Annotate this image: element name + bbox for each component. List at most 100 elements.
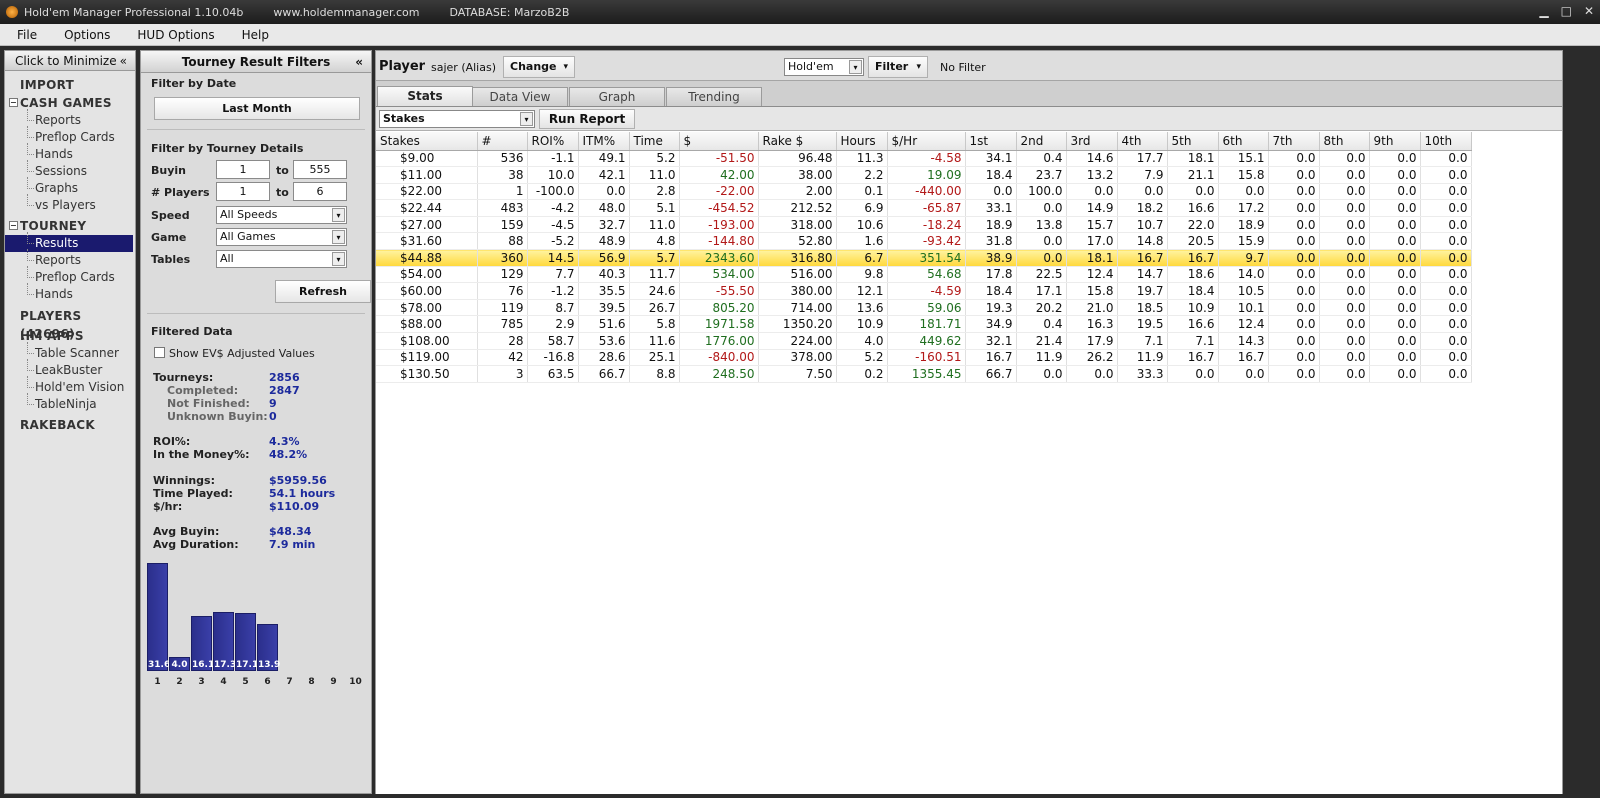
game-type-select[interactable]: Hold'em ▾ [784,58,864,76]
report-type-select[interactable]: Stakes ▾ [379,110,535,128]
table-cell: 516.00 [758,266,837,284]
tab-graph[interactable]: Graph [569,87,665,107]
table-row[interactable]: $44.88 360 14.5 56.9 5.7 2343.60 316.80 6.7 351.… [376,249,1472,267]
nav-tourney-hands[interactable]: Hands [5,283,135,303]
column-header[interactable]: 6th [1218,132,1269,151]
buyin-min-input[interactable]: 1 [216,160,270,179]
column-header[interactable]: Hours [836,132,888,151]
refresh-button[interactable]: Refresh [275,280,371,303]
nav-cash-reports[interactable]: Reports [5,109,135,129]
histogram-bar: 4.0 [169,657,190,671]
column-header[interactable]: 2nd [1016,132,1067,151]
menu-help[interactable]: Help [225,28,279,42]
column-header[interactable]: ROI% [527,132,579,151]
minimize-icon[interactable]: ▁ [1539,4,1548,18]
nav-cash-vs-players[interactable]: vs Players [5,194,135,214]
nav-app-table-scanner[interactable]: Table Scanner [5,342,135,362]
table-row[interactable]: $27.00 159 -4.5 32.7 11.0 -193.00 318.00 10.6 -1… [376,216,1472,234]
table-row[interactable]: $54.00 129 7.7 40.3 11.7 534.00 516.00 9.8 54.68… [376,266,1472,284]
nav-tourney-results[interactable]: Results [5,232,133,252]
table-row[interactable]: $88.00 785 2.9 51.6 5.8 1971.58 1350.20 10.9 181… [376,315,1472,334]
column-header[interactable]: 10th [1420,132,1472,151]
table-cell: 16.7 [1167,349,1219,367]
buyin-max-input[interactable]: 555 [293,160,347,179]
column-header[interactable]: $ [679,132,759,151]
table-row[interactable]: $60.00 76 -1.2 35.5 24.6 -55.50 380.00 12.1 -4.5… [376,282,1472,300]
column-header[interactable]: Time [629,132,680,151]
nav-players[interactable]: PLAYERS (42696) [5,307,135,341]
table-row[interactable]: $108.00 28 58.7 53.6 11.6 1776.00 224.00 4.0 449… [376,332,1472,350]
chevron-down-icon[interactable]: ▾ [332,252,345,266]
nav-cash-preflop-cards[interactable]: Preflop Cards [5,126,135,146]
menu-options[interactable]: Options [47,28,120,42]
nav-cash-sessions[interactable]: Sessions [5,160,135,180]
table-row[interactable]: $31.60 88 -5.2 48.9 4.8 -144.80 52.80 1.6 -93.42… [376,232,1472,251]
collapse-filters-icon[interactable]: « [355,51,363,73]
table-cell: 0.0 [1268,249,1320,267]
app-title: Hold'em Manager Professional 1.10.04b [24,5,244,19]
table-row[interactable]: $130.50 3 63.5 66.7 8.8 248.50 7.50 0.2 1355.45 6… [376,365,1472,383]
column-header[interactable]: 7th [1268,132,1320,151]
ev-adjusted-checkbox[interactable] [154,347,165,358]
nav-tourney-reports[interactable]: Reports [5,249,135,269]
nav-tourney[interactable]: − TOURNEY [5,217,135,235]
column-header[interactable]: 9th [1369,132,1421,151]
table-cell: 10.9 [1167,299,1219,317]
table-row[interactable]: $119.00 42 -16.8 28.6 25.1 -840.00 378.00 5.2 -1… [376,349,1472,367]
column-header[interactable]: $/Hr [887,132,966,151]
minimize-sidebar-button[interactable]: Click to Minimize « [5,51,135,71]
column-header[interactable]: ITM% [578,132,630,151]
close-icon[interactable]: ✕ [1584,4,1594,18]
filter-button[interactable]: Filter ▾ [868,56,928,78]
tab-trending[interactable]: Trending [666,87,762,107]
column-header[interactable]: # [477,132,528,151]
table-row[interactable]: $78.00 119 8.7 39.5 26.7 805.20 714.00 13.6 59.0… [376,299,1472,317]
table-cell: 0.0 [1268,166,1320,184]
column-header[interactable]: 1st [965,132,1017,151]
column-header[interactable]: 3rd [1066,132,1118,151]
table-cell: $9.00 [376,150,478,168]
column-header[interactable]: Rake $ [758,132,837,151]
game-select[interactable]: All Games ▾ [216,228,347,246]
table-cell: 56.9 [578,249,630,267]
expander-icon[interactable]: − [9,98,18,107]
menu-file[interactable]: File [0,28,47,42]
nav-import[interactable]: IMPORT [5,76,135,94]
speed-select[interactable]: All Speeds ▾ [216,206,347,224]
column-header[interactable]: 8th [1319,132,1370,151]
nav-tourney-preflop-cards[interactable]: Preflop Cards [5,266,135,286]
maximize-icon[interactable]: □ [1561,4,1572,18]
nav-rakeback[interactable]: RAKEBACK [5,416,135,434]
nav-app-holdem-vision[interactable]: Hold'em Vision [5,376,135,396]
table-row[interactable]: $22.00 1 -100.0 0.0 2.8 -22.00 2.00 0.1 -440.00 0… [376,183,1472,201]
run-report-button[interactable]: Run Report [539,109,635,129]
column-header[interactable]: Stakes [376,132,478,151]
chevron-down-icon[interactable]: ▾ [332,230,345,244]
nav-hm-apps[interactable]: HM APPS [5,327,135,345]
tables-select[interactable]: All ▾ [216,250,347,268]
nav-cash-hands[interactable]: Hands [5,143,135,163]
nav-cash-games[interactable]: − CASH GAMES [5,94,135,112]
chevron-down-icon[interactable]: ▾ [520,112,533,126]
menu-hud-options[interactable]: HUD Options [120,28,224,42]
table-cell: 17.0 [1066,232,1118,251]
chevron-down-icon[interactable]: ▾ [332,208,345,222]
last-month-button[interactable]: Last Month [154,97,360,120]
tab-data-view[interactable]: Data View [472,87,568,107]
table-row[interactable]: $9.00 536 -1.1 49.1 5.2 -51.50 96.48 11.3 -4.58 3… [376,150,1472,168]
table-cell: 17.8 [965,266,1017,284]
expander-icon[interactable]: − [9,221,18,230]
column-header[interactable]: 4th [1117,132,1168,151]
table-row[interactable]: $22.44 483 -4.2 48.0 5.1 -454.52 212.52 6.9 -65.… [376,199,1472,217]
chevron-down-icon: ▾ [916,62,921,72]
tab-stats[interactable]: Stats [377,86,473,107]
change-player-button[interactable]: Change ▾ [503,56,575,78]
players-max-input[interactable]: 6 [293,182,347,201]
nav-app-leakbuster[interactable]: LeakBuster [5,359,135,379]
players-min-input[interactable]: 1 [216,182,270,201]
column-header[interactable]: 5th [1167,132,1219,151]
nav-app-tableninja[interactable]: TableNinja [5,393,135,413]
chevron-down-icon[interactable]: ▾ [849,60,862,74]
table-row[interactable]: $11.00 38 10.0 42.1 11.0 42.00 38.00 2.2 19.09 18… [376,166,1472,184]
nav-cash-graphs[interactable]: Graphs [5,177,135,197]
